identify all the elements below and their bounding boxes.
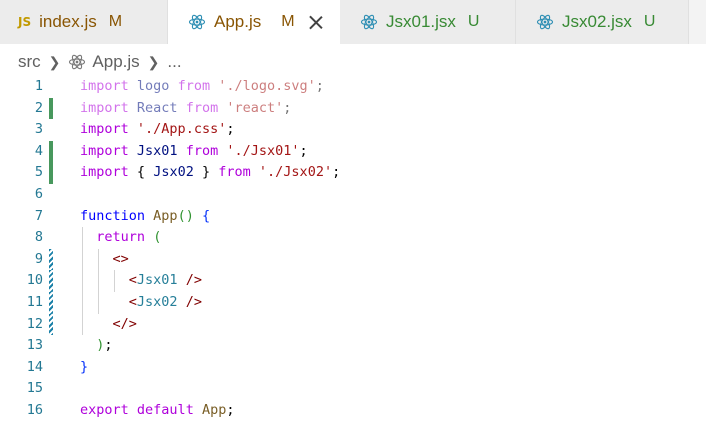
- gutter-modified-marker[interactable]: [49, 292, 53, 314]
- tab-index-js[interactable]: JS index.js M: [0, 0, 168, 44]
- code-line: 6: [0, 184, 706, 206]
- code-line: 8 return (: [0, 227, 706, 249]
- breadcrumb-file[interactable]: App.js: [92, 52, 139, 72]
- line-number: 8: [34, 229, 43, 246]
- code-text: <>: [112, 250, 129, 267]
- code-text: import logo from './logo.svg';: [80, 78, 324, 94]
- tab-app-js[interactable]: App.js M: [168, 0, 340, 44]
- line-number: 1: [34, 78, 43, 94]
- line-number: 13: [26, 337, 43, 354]
- line-number: 4: [34, 142, 43, 159]
- react-icon: [188, 13, 206, 31]
- tab-label: index.js: [39, 12, 97, 31]
- code-line: 10 <Jsx01 />: [0, 270, 706, 292]
- react-icon: [536, 13, 554, 31]
- code-text: function App() {: [80, 207, 211, 224]
- line-number: 16: [26, 402, 43, 418]
- tab-label: Jsx02.jsx: [562, 12, 632, 31]
- code-text: import { Jsx02 } from './Jsx02';: [80, 164, 341, 181]
- breadcrumb: src ❯ App.js ❯ ...: [18, 49, 182, 75]
- code-text: <Jsx02 />: [128, 294, 202, 310]
- code-text: }: [80, 358, 89, 375]
- code-text: import React from 'react';: [80, 99, 292, 116]
- gutter-modified-marker[interactable]: [49, 270, 53, 292]
- line-number: 11: [26, 294, 43, 310]
- line-number: 5: [34, 164, 43, 181]
- code-text: );: [96, 337, 113, 354]
- chevron-right-icon: ❯: [48, 53, 61, 70]
- gutter-modified-marker[interactable]: [49, 313, 53, 336]
- code-line: 4 import Jsx01 from './Jsx01';: [0, 140, 706, 163]
- line-number: 9: [34, 250, 43, 267]
- line-number: 7: [34, 207, 43, 224]
- breadcrumb-folder[interactable]: src: [18, 52, 41, 72]
- breadcrumb-symbols[interactable]: ...: [167, 52, 181, 72]
- code-line: 3 import './App.css';: [0, 119, 706, 141]
- code-text: </>: [112, 315, 137, 332]
- code-line: 15: [0, 378, 706, 400]
- code-line: 11 <Jsx02 />: [0, 292, 706, 314]
- code-line: 12 </>: [0, 313, 706, 336]
- line-number: 15: [26, 380, 43, 397]
- modified-badge: M: [281, 13, 295, 30]
- untracked-badge: U: [643, 13, 656, 30]
- js-file-icon: JS: [18, 15, 32, 29]
- code-text: import Jsx01 from './Jsx01';: [80, 142, 308, 159]
- code-line: 5 import { Jsx02 } from './Jsx02';: [0, 162, 706, 184]
- code-editor[interactable]: 1 import logo from './logo.svg'; 2 impor…: [0, 76, 706, 423]
- code-text: export default App;: [80, 402, 235, 418]
- code-line: 2 import React from 'react';: [0, 97, 706, 120]
- code-line: 7 function App() {: [0, 206, 706, 228]
- code-line: 13 );: [0, 335, 706, 357]
- code-text: import './App.css';: [80, 121, 235, 138]
- modified-badge: M: [108, 13, 123, 30]
- line-number: 6: [34, 186, 43, 202]
- code-line: 14 }: [0, 357, 706, 379]
- tab-jsx01[interactable]: Jsx01.jsx U: [340, 0, 516, 44]
- code-text: <Jsx01 />: [128, 272, 202, 289]
- react-icon: [360, 13, 378, 31]
- tab-jsx02[interactable]: Jsx02.jsx U: [516, 0, 689, 44]
- editor-tab-bar: JS index.js M App.js M Jsx01.jsx U Jsx02…: [0, 0, 706, 44]
- code-line: 16 export default App;: [0, 400, 706, 422]
- code-line: 1 import logo from './logo.svg';: [0, 76, 706, 98]
- gutter-modified-marker[interactable]: [49, 248, 53, 271]
- gutter-added-marker[interactable]: [49, 140, 53, 163]
- line-number: 10: [26, 272, 43, 289]
- line-number: 3: [34, 121, 43, 138]
- code-line: 9 <>: [0, 248, 706, 271]
- line-number: 12: [26, 315, 43, 332]
- line-number: 2: [34, 99, 43, 116]
- tab-label: App.js: [214, 12, 262, 31]
- gutter-added-marker[interactable]: [49, 162, 53, 184]
- gutter-added-marker[interactable]: [49, 97, 53, 120]
- line-number: 14: [26, 358, 43, 375]
- code-text: return (: [96, 229, 162, 246]
- close-icon[interactable]: [309, 15, 323, 29]
- tab-label: Jsx01.jsx: [386, 12, 456, 31]
- react-icon: [68, 53, 86, 71]
- untracked-badge: U: [467, 13, 480, 30]
- chevron-right-icon: ❯: [147, 53, 160, 70]
